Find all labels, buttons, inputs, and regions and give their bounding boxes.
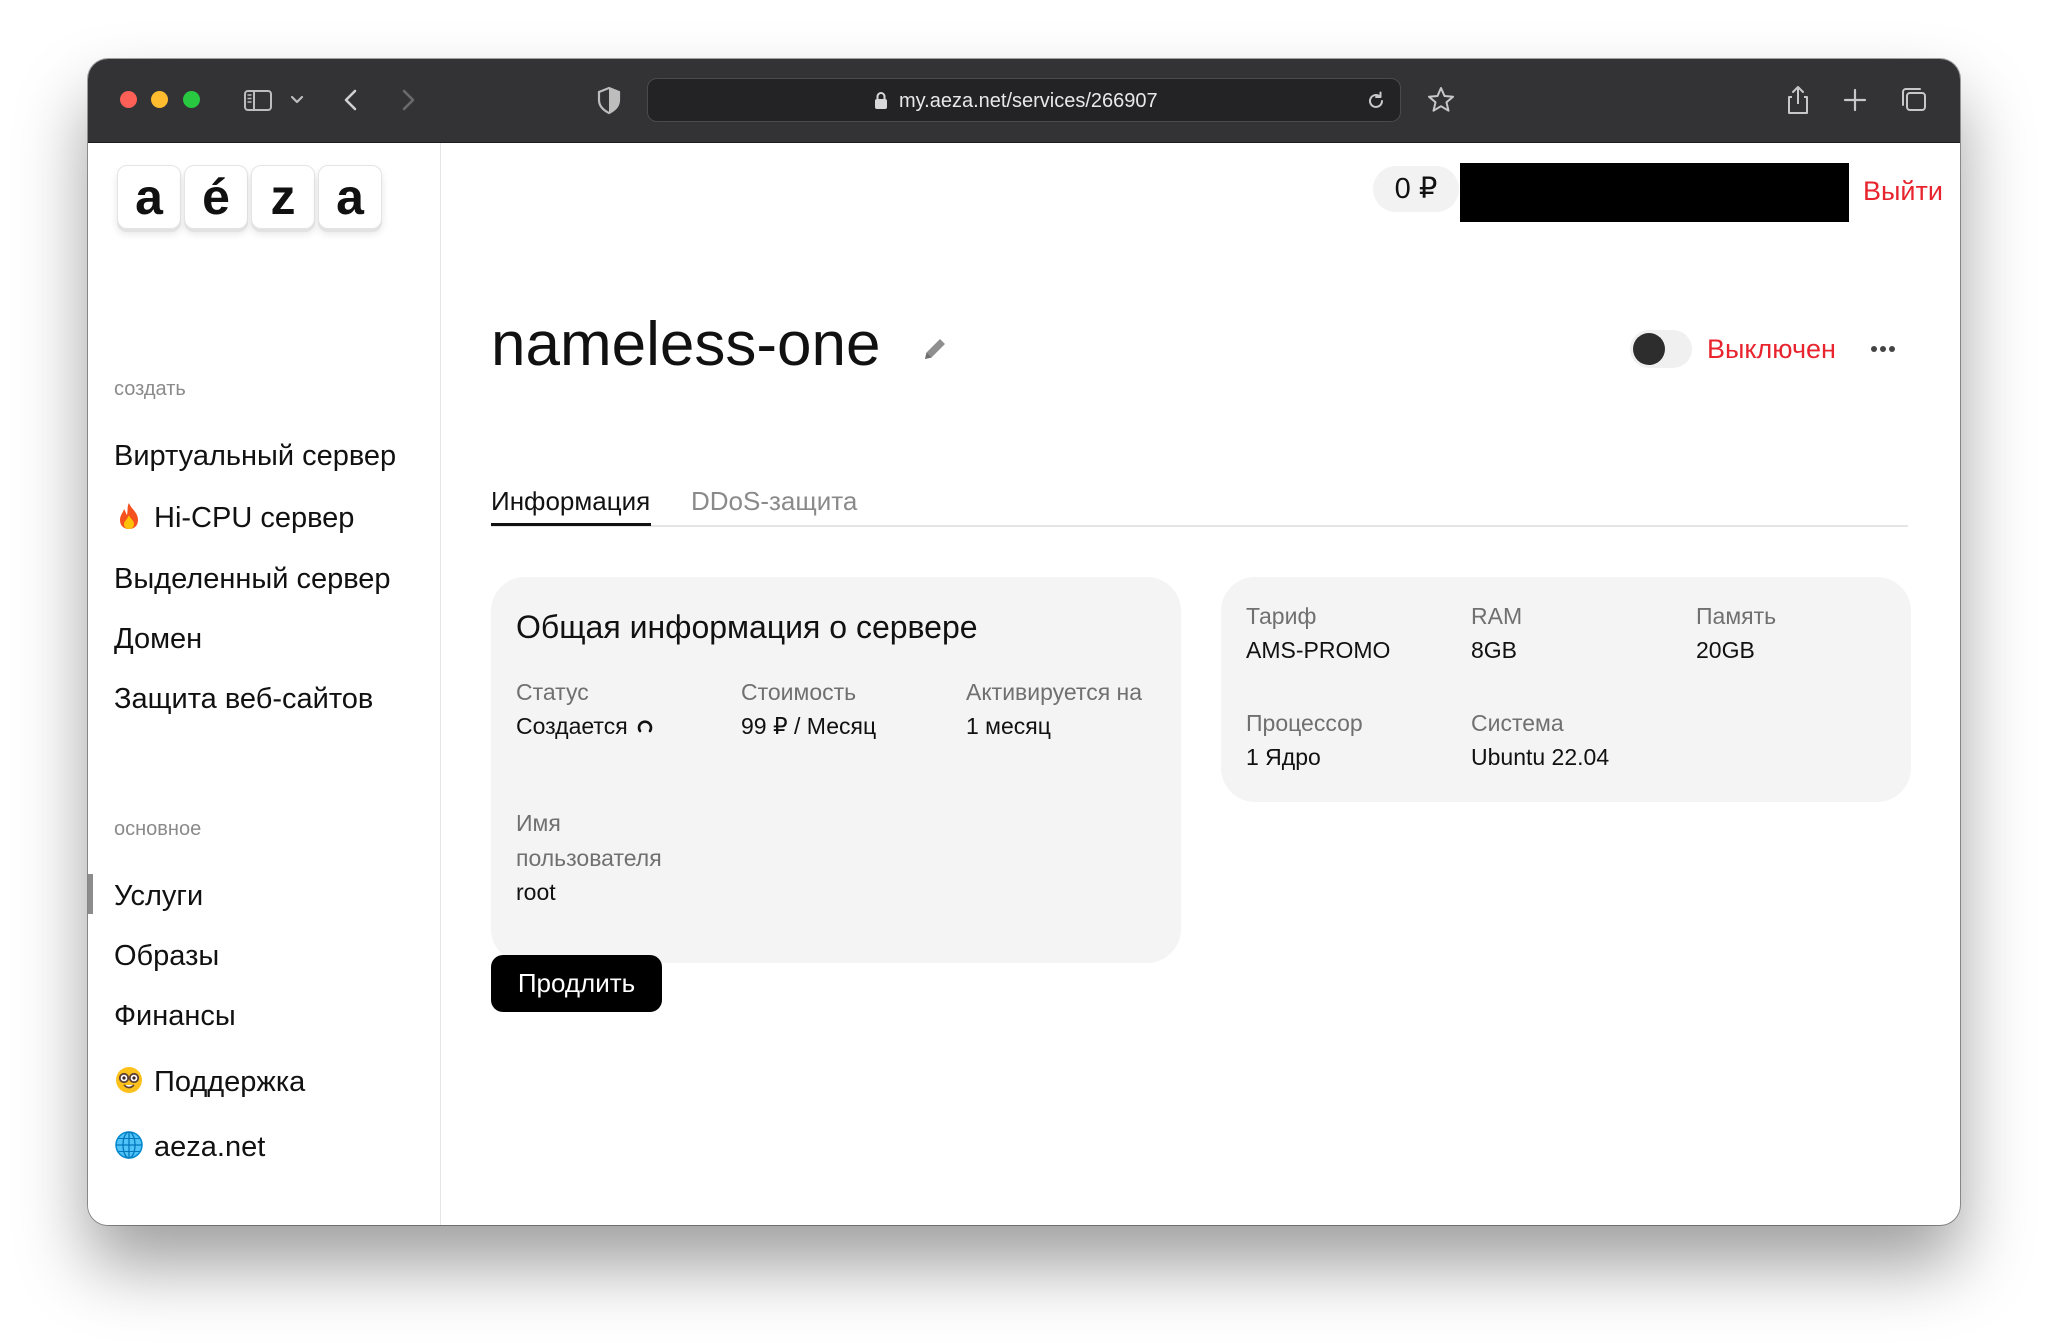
sidebar-item-services[interactable]: Услуги bbox=[114, 879, 203, 913]
sidebar-item-label: aeza.net bbox=[154, 1131, 266, 1163]
address-bar[interactable]: my.aeza.net/services/266907 bbox=[647, 78, 1401, 122]
active-tab-underline bbox=[491, 523, 651, 526]
sidebar-item-finance[interactable]: Финансы bbox=[114, 999, 236, 1033]
storage-label: Память bbox=[1696, 603, 1777, 629]
back-arrow-icon[interactable] bbox=[334, 82, 370, 118]
sidebar-item-domain[interactable]: Домен bbox=[114, 622, 202, 656]
shield-icon[interactable] bbox=[591, 82, 627, 118]
server-specs-card: Тариф AMS-PROMO RAM 8GB Память 20GB Проц… bbox=[1221, 577, 1911, 802]
sidebar-item-label: Выделенный сервер bbox=[114, 563, 391, 595]
tab-overview-icon[interactable] bbox=[1896, 82, 1932, 118]
card-title: Общая информация о сервере bbox=[516, 609, 978, 645]
logo-key: z bbox=[251, 165, 315, 229]
tab-ddos-protection[interactable]: DDoS-защита bbox=[691, 484, 857, 518]
ram-value: 8GB bbox=[1471, 637, 1518, 663]
tariff-value: AMS-PROMO bbox=[1246, 637, 1391, 663]
sidebar-item-website-protection[interactable]: Защита веб-сайтов bbox=[114, 682, 373, 716]
username-label-line2: пользователя bbox=[516, 845, 662, 871]
general-info-card: Общая информация о сервере Статус Создае… bbox=[491, 577, 1181, 963]
chevron-down-icon[interactable] bbox=[284, 82, 310, 118]
cpu-label: Процессор bbox=[1246, 710, 1363, 736]
sidebar-item-label: Защита веб-сайтов bbox=[114, 683, 374, 715]
storage-value: 20GB bbox=[1696, 637, 1755, 663]
toggle-knob bbox=[1633, 333, 1665, 365]
tariff-label: Тариф bbox=[1246, 603, 1317, 629]
section-heading-create: создать bbox=[114, 378, 186, 400]
sidebar-item-label: Услуги bbox=[114, 880, 204, 912]
sidebar-item-aeza-net[interactable]: aeza.net bbox=[114, 1130, 265, 1164]
page-title: nameless-one bbox=[491, 310, 881, 379]
star-bookmark-icon[interactable] bbox=[1423, 82, 1459, 118]
lock-icon bbox=[872, 90, 890, 110]
activate-label: Активируется на bbox=[966, 679, 1143, 705]
power-toggle[interactable] bbox=[1630, 330, 1692, 368]
minimize-window-button[interactable] bbox=[151, 91, 168, 108]
balance-badge[interactable]: 0 ₽ bbox=[1373, 166, 1459, 212]
browser-window: my.aeza.net/services/266907 a é z a созд… bbox=[88, 59, 1960, 1225]
browser-toolbar: my.aeza.net/services/266907 bbox=[88, 59, 1960, 143]
activate-value: 1 месяц bbox=[966, 713, 1051, 739]
logo-key: a bbox=[318, 165, 382, 229]
tab-information[interactable]: Информация bbox=[491, 484, 650, 518]
share-icon[interactable] bbox=[1780, 82, 1816, 118]
more-options-icon[interactable] bbox=[1867, 333, 1899, 365]
logo-key: a bbox=[117, 165, 181, 229]
sidebar-item-label: Домен bbox=[114, 623, 203, 655]
sidebar-item-label: Поддержка bbox=[154, 1066, 306, 1098]
status-value: Создается bbox=[516, 709, 654, 743]
sidebar-item-support[interactable]: Поддержка bbox=[114, 1065, 305, 1099]
new-tab-plus-icon[interactable] bbox=[1837, 82, 1873, 118]
globe-icon bbox=[114, 1130, 144, 1160]
reload-icon[interactable] bbox=[1364, 89, 1388, 113]
sidebar-toggle-icon[interactable] bbox=[240, 82, 276, 118]
zoom-window-button[interactable] bbox=[183, 91, 200, 108]
active-indicator bbox=[88, 874, 93, 914]
renew-button[interactable]: Продлить bbox=[491, 955, 662, 1012]
tabs-divider bbox=[491, 525, 1908, 527]
logo-key: é bbox=[184, 165, 248, 229]
sidebar-item-hi-cpu-server[interactable]: Hi-CPU сервер bbox=[114, 501, 354, 535]
nerd-face-icon bbox=[114, 1065, 144, 1095]
loading-spinner-icon bbox=[636, 718, 654, 736]
cost-value: 99 ₽ / Месяц bbox=[741, 713, 877, 739]
sidebar-item-label: Hi-CPU сервер bbox=[154, 502, 355, 534]
sidebar-item-dedicated-server[interactable]: Выделенный сервер bbox=[114, 562, 391, 596]
url-text: my.aeza.net/services/266907 bbox=[899, 90, 1158, 112]
sidebar-item-label: Финансы bbox=[114, 1000, 236, 1032]
username-label-line1: Имя bbox=[516, 810, 561, 836]
cpu-value: 1 Ядро bbox=[1246, 744, 1321, 770]
username-value: root bbox=[516, 879, 556, 905]
fire-icon bbox=[114, 501, 144, 531]
ram-label: RAM bbox=[1471, 603, 1523, 629]
status-label: Статус bbox=[516, 679, 589, 705]
sidebar-item-images[interactable]: Образы bbox=[114, 939, 219, 973]
os-label: Система bbox=[1471, 710, 1564, 736]
pencil-edit-icon[interactable] bbox=[918, 332, 952, 366]
redacted-account-block bbox=[1460, 163, 1849, 222]
aeza-logo[interactable]: a é z a bbox=[117, 165, 382, 231]
os-value: Ubuntu 22.04 bbox=[1471, 744, 1610, 770]
sidebar-item-label: Образы bbox=[114, 940, 220, 972]
cost-label: Стоимость bbox=[741, 679, 857, 705]
section-heading-main: основное bbox=[114, 818, 202, 840]
close-window-button[interactable] bbox=[120, 91, 137, 108]
status-text: Создается bbox=[516, 713, 628, 739]
forward-arrow-icon[interactable] bbox=[389, 82, 425, 118]
logout-link[interactable]: Выйти bbox=[1863, 176, 1943, 207]
sidebar-item-virtual-server[interactable]: Виртуальный сервер bbox=[114, 439, 396, 473]
sidebar-item-label: Виртуальный сервер bbox=[114, 440, 397, 472]
power-status-text: Выключен bbox=[1707, 334, 1836, 364]
sidebar: a é z a создать Виртуальный сервер Hi-CP… bbox=[88, 143, 441, 1225]
